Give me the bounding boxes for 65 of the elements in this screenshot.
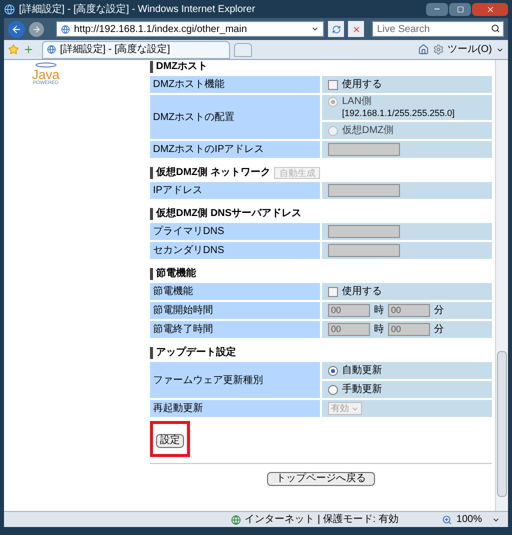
search-field[interactable]: Live Search	[372, 21, 504, 37]
back-button[interactable]	[8, 20, 25, 38]
scrollbar[interactable]	[495, 60, 508, 511]
field-label: 再起動更新	[150, 400, 320, 417]
section-title: 節電機能	[150, 268, 196, 280]
radio-label: 手動更新	[342, 384, 382, 396]
back-to-top-button[interactable]: トップページへ戻る	[267, 472, 375, 486]
field-label: プライマリDNS	[150, 223, 320, 240]
radio-button[interactable]	[328, 366, 338, 376]
browser-icon	[4, 4, 15, 14]
checkbox[interactable]	[328, 286, 338, 296]
stop-icon	[352, 24, 360, 34]
home-icon[interactable]	[418, 44, 429, 55]
zoom-icon[interactable]	[442, 514, 452, 524]
security-zone: インターネット | 保護モード: 有効	[244, 512, 398, 527]
page-icon	[61, 24, 70, 34]
checkbox-label: 使用する	[342, 285, 382, 299]
field-label: DMZホストの配置	[150, 95, 320, 139]
field-label: ファームウェア更新種別	[150, 362, 320, 398]
field-label: 節電終了時間	[150, 321, 320, 338]
close-icon	[486, 4, 494, 14]
field-label: IPアドレス	[150, 182, 320, 199]
minute-unit: 分	[434, 304, 444, 318]
network-address: [192.168.1.1/255.255.255.0]	[342, 108, 455, 119]
checkbox[interactable]	[328, 80, 338, 90]
zoom-level[interactable]: 100%	[456, 512, 482, 527]
forward-arrow-icon	[32, 24, 41, 34]
hour-unit: 時	[374, 304, 384, 318]
favorites-icon[interactable]	[8, 44, 19, 55]
field-label: 節電開始時間	[150, 302, 320, 319]
field-label: セカンダリDNS	[150, 242, 320, 259]
search-icon[interactable]	[491, 24, 500, 33]
refresh-button[interactable]	[328, 21, 344, 37]
radio-label: LAN側	[342, 96, 372, 108]
browser-tab[interactable]: [詳細設定] - [高度な設定]	[42, 40, 230, 58]
radio-label: 自動更新	[342, 364, 382, 376]
submit-button[interactable]: 設定	[156, 434, 184, 448]
maximize-icon	[456, 6, 464, 12]
refresh-icon	[332, 24, 340, 34]
hour-unit: 時	[374, 322, 384, 337]
new-tab-button[interactable]	[234, 42, 252, 56]
page-icon	[47, 45, 56, 54]
minute-unit: 分	[434, 323, 444, 337]
settings-icon[interactable]	[432, 44, 444, 55]
window-title: [詳細設定] - [高度な設定] - Windows Internet Explorer	[19, 2, 256, 16]
tools-menu[interactable]: ツール(O)	[448, 42, 492, 57]
close-button[interactable]	[472, 2, 508, 16]
field-label: DMZホスト機能	[150, 76, 320, 93]
section-title: 仮想DMZ側 DNSサーバアドレス	[150, 208, 302, 220]
checkbox-label: 使用する	[342, 78, 382, 92]
back-arrow-icon	[11, 24, 22, 34]
radio-label: 仮想DMZ側	[342, 124, 394, 136]
section-title: DMZホスト	[150, 61, 208, 73]
section-title: 仮想DMZ側 ネットワーク	[150, 167, 270, 179]
stop-button[interactable]	[348, 21, 364, 37]
field-label: 節電機能	[150, 283, 320, 300]
forward-button[interactable]	[29, 22, 44, 36]
globe-icon	[230, 514, 241, 524]
maximize-button[interactable]	[449, 2, 471, 16]
section-title: アップデート設定	[150, 347, 236, 359]
dropdown-icon[interactable]	[311, 25, 319, 33]
field-label: DMZホストのIPアドレス	[150, 141, 320, 158]
radio-button[interactable]	[328, 384, 338, 394]
add-favorite-icon[interactable]	[23, 44, 34, 55]
address-field[interactable]: http://192.168.1.1/index.cgi/other_main	[56, 21, 324, 37]
